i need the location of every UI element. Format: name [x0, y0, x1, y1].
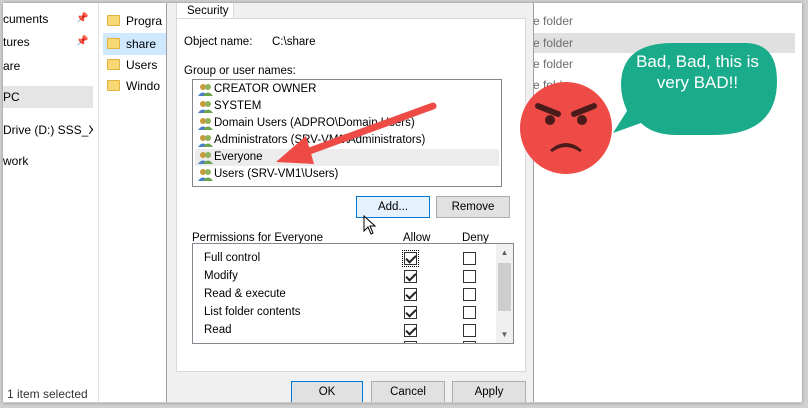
- allow-checkbox[interactable]: [404, 306, 417, 319]
- file-name: Progra: [126, 14, 163, 28]
- permission-name: Full control: [204, 252, 261, 264]
- type-cell: e folder: [533, 14, 574, 28]
- file-list: Progra share Users Windo: [103, 3, 173, 403]
- users-icon: [198, 169, 213, 181]
- scroll-up-icon[interactable]: ▲: [496, 244, 513, 261]
- permissions-list[interactable]: Full control Modify Read & execute List …: [192, 243, 514, 344]
- allow-checkbox[interactable]: [404, 270, 417, 283]
- list-item-creator-owner[interactable]: CREATOR OWNER: [195, 81, 499, 98]
- permission-row-modify: Modify: [193, 267, 493, 285]
- users-icon: [198, 84, 213, 96]
- folder-icon: [107, 59, 120, 70]
- file-row[interactable]: Windo: [107, 75, 169, 97]
- file-name: Windo: [126, 79, 161, 93]
- nav-item-label: are: [3, 59, 21, 73]
- object-name-value: C:\share: [272, 36, 316, 48]
- group-name: Everyone: [214, 151, 263, 163]
- scroll-thumb[interactable]: [498, 263, 511, 311]
- permission-name: Modify: [204, 270, 238, 282]
- type-cell: e folder: [533, 57, 574, 71]
- deny-checkbox[interactable]: [463, 252, 476, 265]
- nav-item-label: work: [3, 154, 29, 168]
- allow-checkbox[interactable]: [404, 324, 417, 337]
- permission-name: Read: [204, 324, 232, 336]
- users-icon: [198, 152, 213, 164]
- deny-checkbox[interactable]: [463, 270, 476, 283]
- group-name: SYSTEM: [214, 100, 262, 112]
- cancel-button[interactable]: Cancel: [371, 381, 445, 403]
- type-cell: e folder: [533, 33, 595, 53]
- tab-security[interactable]: Security: [176, 3, 234, 19]
- permission-row-full-control: Full control: [193, 249, 493, 267]
- ok-button[interactable]: OK: [291, 381, 363, 403]
- apply-button[interactable]: Apply: [452, 381, 526, 403]
- nav-item-label: tures: [3, 35, 30, 49]
- angry-face-icon: [520, 82, 612, 174]
- nav-item-label: Drive (D:) SSS_X6: [3, 123, 93, 137]
- nav-item-network[interactable]: work: [3, 150, 93, 172]
- folder-icon: [107, 38, 120, 49]
- folder-icon: [107, 80, 120, 91]
- bubble-text: Bad, Bad, this is very BAD!!: [636, 52, 759, 92]
- screenshot-frame: cuments 📌 tures 📌 are PC Drive (D:) SSS_…: [3, 3, 802, 403]
- remove-button[interactable]: Remove: [436, 196, 510, 218]
- pin-icon[interactable]: 📌: [76, 37, 88, 47]
- allow-checkbox[interactable]: [402, 250, 419, 267]
- group-name: CREATOR OWNER: [214, 83, 317, 95]
- nav-item-this-pc[interactable]: PC: [3, 86, 93, 108]
- pane-divider[interactable]: [98, 3, 99, 403]
- deny-checkbox-partial[interactable]: [463, 341, 476, 343]
- allow-checkbox-partial[interactable]: [404, 341, 417, 343]
- file-name: Users: [126, 58, 158, 72]
- nav-item-label: PC: [3, 90, 20, 104]
- permission-row-read-execute: Read & execute: [193, 285, 493, 303]
- mouse-pointer-icon: [363, 215, 377, 235]
- users-icon: [198, 118, 213, 130]
- permission-row-list-folder: List folder contents: [193, 303, 493, 321]
- allow-checkbox[interactable]: [404, 288, 417, 301]
- scroll-down-icon[interactable]: ▼: [496, 326, 513, 343]
- red-arrow-annotation: [276, 102, 437, 164]
- deny-checkbox[interactable]: [463, 306, 476, 319]
- file-row[interactable]: Users: [107, 54, 169, 76]
- permissions-scrollbar[interactable]: ▲ ▼: [496, 244, 513, 343]
- nav-item-share[interactable]: are: [3, 55, 93, 77]
- navigation-pane: cuments 📌 tures 📌 are PC Drive (D:) SSS_…: [3, 3, 98, 403]
- folder-icon: [107, 15, 120, 26]
- bottom-border: [3, 402, 802, 403]
- pin-icon[interactable]: 📌: [76, 14, 88, 24]
- permission-name: List folder contents: [204, 306, 301, 318]
- file-row-share[interactable]: share: [103, 33, 169, 55]
- users-icon: [198, 101, 213, 113]
- status-bar-text: 1 item selected: [7, 387, 88, 401]
- nav-item-drive-d[interactable]: Drive (D:) SSS_X6: [3, 119, 93, 141]
- group-names-label: Group or user names:: [184, 65, 296, 77]
- file-row[interactable]: Progra: [107, 10, 169, 32]
- file-name: share: [126, 37, 157, 51]
- deny-checkbox[interactable]: [463, 288, 476, 301]
- nav-item-label: cuments: [3, 12, 49, 26]
- permission-name: Read & execute: [204, 288, 286, 300]
- security-dialog: Security Object name: C:\share Group or …: [166, 3, 534, 403]
- permission-row-read: Read: [193, 321, 493, 339]
- users-icon: [198, 135, 213, 147]
- deny-checkbox[interactable]: [463, 324, 476, 337]
- object-name-label: Object name:: [184, 36, 253, 48]
